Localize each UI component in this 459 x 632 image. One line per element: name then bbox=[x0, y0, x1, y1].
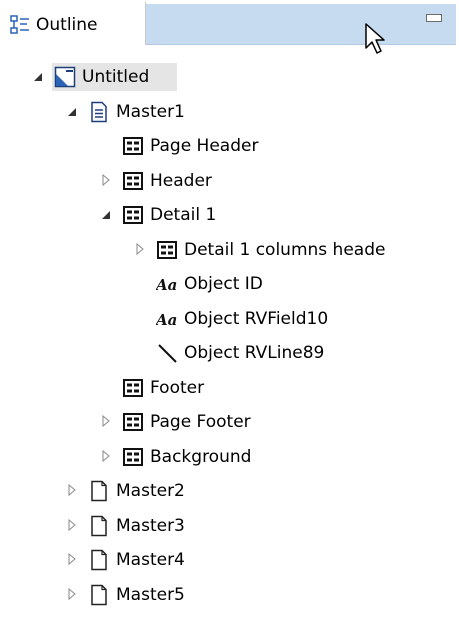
tree-item-label: Detail 1 columns heade bbox=[184, 239, 386, 260]
tree-item-page-header[interactable]: Page Header bbox=[0, 129, 459, 163]
expand-arrow-icon[interactable] bbox=[66, 517, 78, 533]
expand-arrow-icon[interactable] bbox=[66, 586, 78, 602]
minimize-icon[interactable] bbox=[426, 14, 442, 22]
tree-item-label: Object RVLine89 bbox=[184, 343, 325, 363]
line-icon bbox=[156, 342, 178, 364]
text-field-icon: Aa bbox=[154, 308, 178, 330]
tree-item-label: Page Footer bbox=[150, 412, 251, 432]
band-icon bbox=[156, 239, 178, 261]
band-icon bbox=[122, 446, 144, 468]
collapse-arrow-icon[interactable] bbox=[32, 68, 44, 84]
tree-item-background[interactable]: Background bbox=[0, 440, 459, 474]
band-icon bbox=[122, 204, 144, 226]
expand-arrow-icon[interactable] bbox=[100, 413, 112, 429]
expand-arrow-icon[interactable] bbox=[66, 551, 78, 567]
tree-item-header[interactable]: Header bbox=[0, 164, 459, 198]
view-tab-bar: Outline bbox=[0, 0, 459, 54]
collapse-arrow-icon[interactable] bbox=[66, 103, 78, 119]
tree-item-label: Master1 bbox=[116, 101, 185, 122]
document-lines-icon bbox=[88, 101, 110, 123]
tree-item-label: Footer bbox=[150, 377, 205, 398]
tree-item-label: Object ID bbox=[184, 274, 263, 294]
band-icon bbox=[122, 135, 144, 157]
document-icon bbox=[88, 584, 110, 606]
svg-text:Aa: Aa bbox=[156, 276, 177, 294]
expand-arrow-icon[interactable] bbox=[100, 448, 112, 464]
mouse-cursor-icon bbox=[364, 22, 388, 58]
tree-item-label: Master4 bbox=[116, 550, 185, 570]
document-icon bbox=[88, 549, 110, 571]
report-icon bbox=[54, 66, 76, 88]
tree-item-master3[interactable]: Master3 bbox=[0, 509, 459, 543]
tree-item-label: Master3 bbox=[116, 515, 185, 536]
tree-item-untitled[interactable]: Untitled bbox=[0, 60, 459, 94]
tree-item-master1[interactable]: Master1 bbox=[0, 95, 459, 129]
expand-arrow-icon[interactable] bbox=[100, 172, 112, 188]
band-icon bbox=[122, 170, 144, 192]
tree-item-label: Page Header bbox=[150, 136, 259, 156]
tree-item-master2[interactable]: Master2 bbox=[0, 474, 459, 508]
document-icon bbox=[88, 515, 110, 537]
expand-arrow-icon[interactable] bbox=[134, 241, 146, 257]
band-icon bbox=[122, 377, 144, 399]
tree-item-label: Master2 bbox=[116, 481, 185, 501]
outline-icon bbox=[10, 15, 30, 35]
svg-text:Aa: Aa bbox=[156, 311, 177, 329]
tree-item-footer[interactable]: Footer bbox=[0, 371, 459, 405]
tree-item-label: Object RVField10 bbox=[184, 308, 329, 329]
expand-arrow-icon[interactable] bbox=[66, 482, 78, 498]
band-icon bbox=[122, 411, 144, 433]
tab-bar-background bbox=[146, 4, 456, 45]
tree-item-label: Header bbox=[150, 170, 212, 191]
tree-item-master5[interactable]: Master5 bbox=[0, 578, 459, 612]
tree-item-label: Detail 1 bbox=[150, 205, 217, 225]
tab-outline[interactable]: Outline bbox=[0, 2, 146, 45]
tree-item-detail1[interactable]: Detail 1 bbox=[0, 198, 459, 232]
tree-item-object-rvfield10[interactable]: Aa Object RVField10 bbox=[0, 302, 459, 336]
tree-item-master4[interactable]: Master4 bbox=[0, 543, 459, 577]
tab-outline-label: Outline bbox=[36, 15, 98, 35]
text-field-icon: Aa bbox=[154, 273, 178, 295]
tree-item-label: Untitled bbox=[82, 67, 150, 87]
tree-item-page-footer[interactable]: Page Footer bbox=[0, 405, 459, 439]
tree-item-label: Background bbox=[150, 446, 252, 467]
tree-item-object-rvline89[interactable]: Object RVLine89 bbox=[0, 336, 459, 370]
tree-item-object-id[interactable]: Aa Object ID bbox=[0, 267, 459, 301]
tree-item-detail1-columns-header[interactable]: Detail 1 columns heade bbox=[0, 233, 459, 267]
tree-item-label: Master5 bbox=[116, 584, 185, 605]
document-icon bbox=[88, 480, 110, 502]
collapse-arrow-icon[interactable] bbox=[100, 206, 112, 222]
